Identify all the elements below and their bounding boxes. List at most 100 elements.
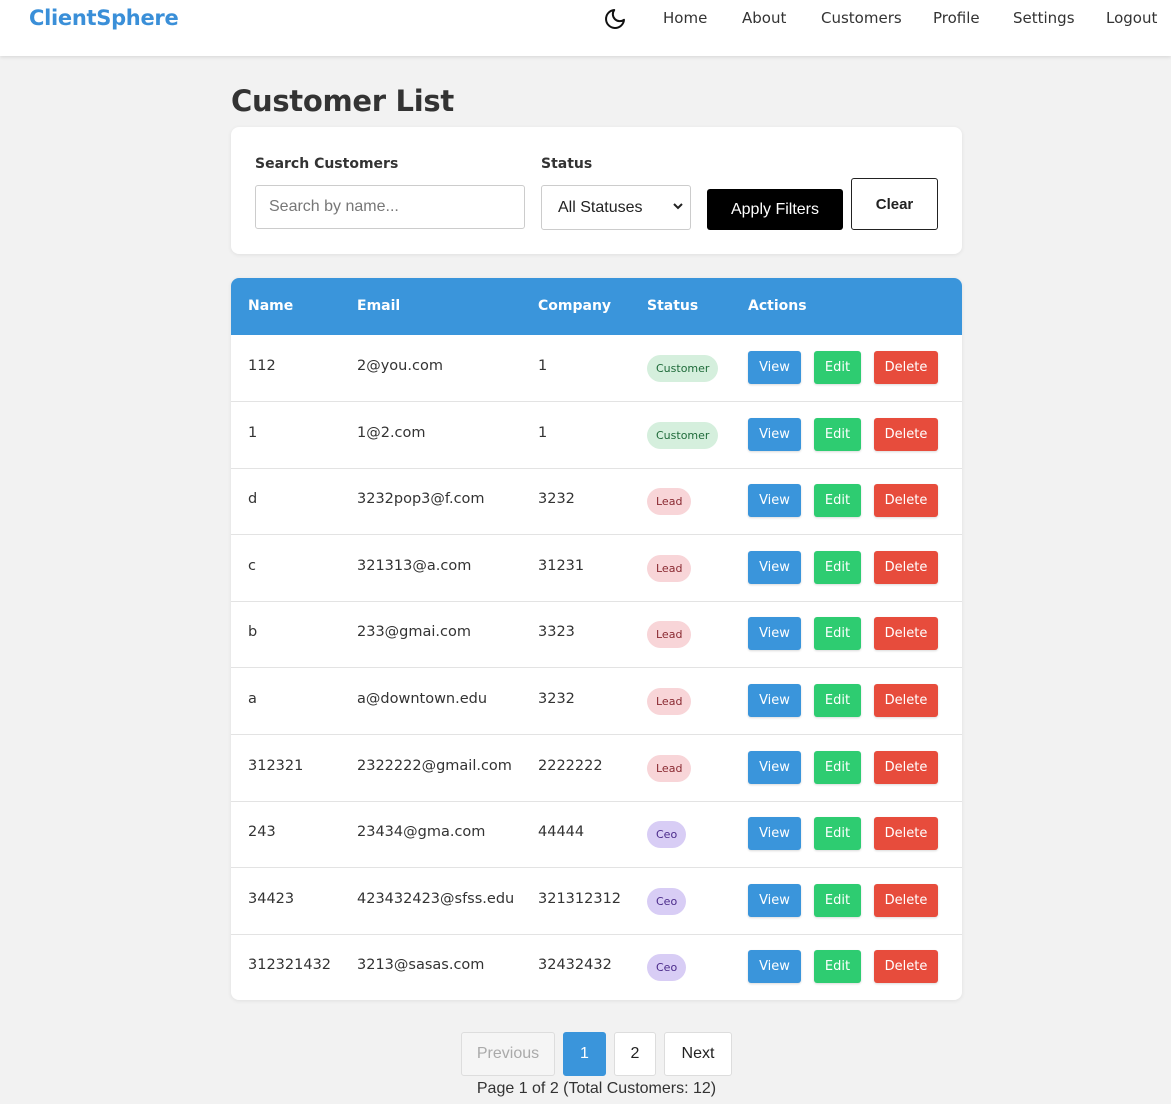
nav-link-settings[interactable]: Settings [1013,9,1075,27]
status-label: Status [541,156,593,172]
view-button[interactable]: View [748,550,801,584]
table-row: d 3232pop3@f.com 3232 Lead View Edit Delete [231,468,962,536]
search-label: Search Customers [255,156,399,172]
status-select[interactable]: All Statuses [541,185,691,230]
view-button[interactable]: View [748,617,801,651]
cell-name: d [248,491,258,508]
table-row: 112 2@you.com 1 Customer View Edit Delete [231,335,962,402]
delete-button[interactable]: Delete [874,950,938,984]
delete-button[interactable]: Delete [874,750,938,784]
cell-company: 1 [538,358,548,374]
table-row: c 321313@a.com 31231 Lead View Edit Delete [231,535,962,602]
brand-logo[interactable]: ClientSphere [29,6,179,30]
edit-button[interactable]: Edit [814,883,861,917]
page-1-button[interactable]: 1 [563,1032,606,1076]
cell-name: 1 [248,424,258,441]
nav-link-profile[interactable]: Profile [933,9,980,27]
cell-email: 423432423@sfss.edu [357,890,515,907]
cell-email: 3213@sasas.com [357,957,485,974]
edit-button[interactable]: Edit [814,617,861,651]
chevron-down-icon [673,203,683,210]
table-header: Name Email Company Status Actions [231,278,962,335]
col-header-email: Email [357,298,401,314]
nav-link-about[interactable]: About [742,9,786,27]
previous-page-button[interactable]: Previous [461,1032,555,1076]
cell-company: 3232 [538,491,575,508]
top-navbar: ClientSphere Home About Customers Profil… [0,0,1171,56]
search-input[interactable] [255,185,525,229]
cell-email: 321313@a.com [357,557,472,574]
table-row: 243 23434@gma.com 44444 Ceo View Edit Delete [231,801,962,869]
view-button[interactable]: View [748,950,801,984]
cell-email: 2322222@gmail.com [357,757,512,774]
edit-button[interactable]: Edit [814,750,861,784]
table-row: 312321 2322222@gmail.com 2222222 Lead View Ed… [231,735,962,802]
clear-button[interactable]: Clear [851,178,938,230]
view-button[interactable]: View [748,484,801,518]
col-header-company: Company [538,298,612,314]
delete-button[interactable]: Delete [874,351,938,384]
status-badge: Lead [647,554,692,582]
nav-link-home[interactable]: Home [663,9,707,27]
delete-button[interactable]: Delete [874,684,938,717]
customer-table: Name Email Company Status Actions 112 2@y… [231,278,962,1000]
edit-button[interactable]: Edit [814,817,861,851]
delete-button[interactable]: Delete [874,550,938,584]
cell-company: 31231 [538,557,585,574]
status-badge: Customer [647,421,719,449]
cell-name: 112 [248,358,276,374]
apply-filters-button[interactable]: Apply Filters [707,189,843,230]
cell-name: 243 [248,824,276,841]
status-badge: Ceo [647,821,687,849]
page-title: Customer List [231,84,454,118]
cell-email: 233@gmai.com [357,624,471,641]
cell-email: 23434@gma.com [357,824,486,841]
status-badge: Lead [647,488,692,516]
view-button[interactable]: View [748,417,801,451]
view-button[interactable]: View [748,684,801,717]
col-header-status: Status [647,298,699,314]
cell-company: 1 [538,424,548,441]
delete-button[interactable]: Delete [874,417,938,451]
table-row: 1 1@2.com 1 Customer View Edit Delete [231,402,962,469]
status-badge: Lead [647,754,692,782]
view-button[interactable]: View [748,883,801,917]
table-row: a a@downtown.edu 3232 Lead View Edit Delete [231,668,962,735]
edit-button[interactable]: Edit [814,550,861,584]
cell-email: 1@2.com [357,424,426,441]
moon-icon[interactable] [603,7,627,31]
cell-name: 34423 [248,890,295,907]
cell-email: 2@you.com [357,358,443,374]
col-header-actions: Actions [748,298,807,314]
pagination-info: Page 1 of 2 (Total Customers: 12) [476,1080,717,1097]
filter-panel: Search Customers Status All Statuses App… [231,127,962,254]
nav-link-customers[interactable]: Customers [821,9,902,27]
cell-company: 44444 [538,824,585,841]
view-button[interactable]: View [748,351,801,384]
cell-name: c [248,557,256,574]
nav-link-logout[interactable]: Logout [1106,9,1157,27]
next-page-button[interactable]: Next [664,1032,732,1076]
view-button[interactable]: View [748,817,801,851]
cell-company: 32432432 [538,957,612,974]
status-select-value: All Statuses [558,199,643,216]
page-2-button[interactable]: 2 [614,1032,656,1076]
cell-name: 312321 [248,757,304,774]
delete-button[interactable]: Delete [874,484,938,518]
table-row: 34423 423432423@sfss.edu 321312312 Ceo View E… [231,868,962,935]
edit-button[interactable]: Edit [814,950,861,984]
delete-button[interactable]: Delete [874,883,938,917]
status-badge: Ceo [647,887,687,915]
status-badge: Ceo [647,954,687,982]
edit-button[interactable]: Edit [814,351,861,384]
cell-company: 321312312 [538,890,622,907]
edit-button[interactable]: Edit [814,484,861,518]
cell-company: 3323 [538,624,575,641]
delete-button[interactable]: Delete [874,817,938,851]
cell-name: 312321432 [248,957,332,974]
cell-name: b [248,624,258,641]
edit-button[interactable]: Edit [814,417,861,451]
view-button[interactable]: View [748,750,801,784]
edit-button[interactable]: Edit [814,684,861,717]
delete-button[interactable]: Delete [874,617,938,651]
